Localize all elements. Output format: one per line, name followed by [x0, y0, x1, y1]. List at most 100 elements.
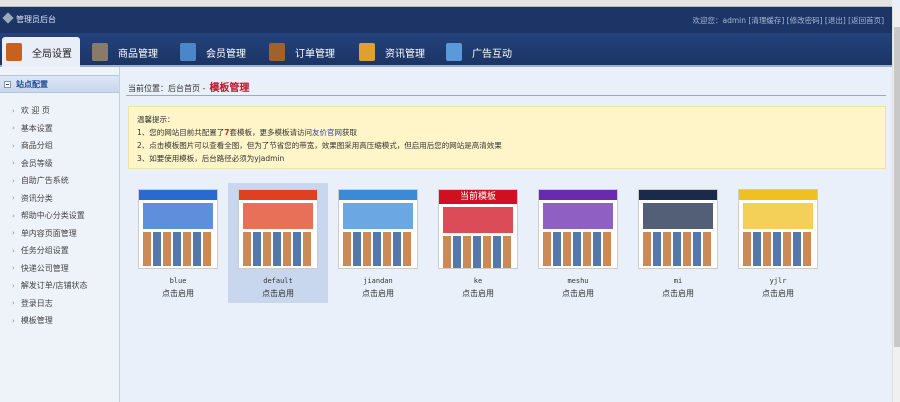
breadcrumb: 当前位置：后台首页 - 模板管理 [128, 79, 249, 94]
enable-template-button[interactable]: 点击启用 [228, 288, 328, 299]
tip-line-1: 1、您的网站目前共配置了7套模板，更多模板请访问友价官网获取 [137, 126, 877, 139]
sidebar-item[interactable]: › 模板管理 [0, 312, 119, 330]
admin-title: 管理员后台 [16, 15, 56, 24]
template-name: jiandan [363, 277, 393, 285]
sidebar-item-label: 帮助中心分类设置 [20, 211, 85, 221]
sidebar-item[interactable]: › 基本设置 [0, 120, 119, 138]
tip-text: 1、您的网站目前共配置了 [137, 128, 225, 137]
sidebar-item[interactable]: › 欢 迎 页 [0, 102, 119, 120]
chevron-right-icon: › [12, 124, 15, 133]
enable-template-button[interactable]: 点击启用 [528, 288, 628, 299]
enable-template-button[interactable]: 点击启用 [428, 288, 528, 299]
welcome-text: 欢迎您：admin [692, 16, 747, 25]
user-links: 欢迎您：admin [清理缓存] [修改密码] [退出] [返回首页] [693, 15, 885, 26]
enable-template-button[interactable]: 点击启用 [328, 288, 428, 299]
enable-template-button[interactable]: 点击启用 [628, 288, 728, 299]
nav-tab-icon [359, 43, 375, 61]
template-card: blue 点击启用 [128, 183, 228, 303]
tips-title: 温馨提示： [137, 115, 175, 124]
sidebar-item[interactable]: › 快递公司管理 [0, 260, 119, 278]
nav-tab-6[interactable]: 广告互动 [442, 37, 512, 67]
nav-tab-2[interactable]: 商品管理 [88, 37, 158, 67]
sidebar-item[interactable]: › 解发订单/店铺状态 [0, 277, 119, 295]
nav-tab-4[interactable]: 订单管理 [265, 37, 335, 67]
sidebar-item-label: 自助广告系统 [20, 176, 69, 186]
template-name: default [263, 277, 293, 285]
sidebar-item-label: 基本设置 [20, 123, 53, 133]
template-card: 当前模板 ke 点击启用 [428, 183, 528, 303]
template-thumbnail[interactable] [538, 189, 618, 269]
template-card: jiandan 点击启用 [328, 183, 428, 303]
divider [126, 95, 886, 96]
browser-tab-strip [0, 0, 892, 7]
sidebar: 站点配置 › 欢 迎 页 › 基本设置 › 商品分组 › 会员等级 › 自助广告系统 › 资讯分类 › 帮… [0, 67, 120, 402]
home-link[interactable]: [返回首页] [848, 16, 884, 25]
template-card: meshu 点击启用 [528, 183, 628, 303]
nav-tab-label: 全局设置 [32, 48, 72, 60]
sidebar-item[interactable]: › 帮助中心分类设置 [0, 207, 119, 225]
tip-line-2: 2、点击模板图片可以查看全图，但为了节省您的带宽，效果图采用高压缩模式，但启用后… [137, 141, 502, 150]
nav-tab-label: 订单管理 [295, 48, 335, 60]
template-thumbnail[interactable] [138, 189, 218, 269]
nav-tab-5[interactable]: 资讯管理 [355, 37, 425, 67]
template-name: ke [473, 277, 483, 285]
sidebar-item[interactable]: › 会员等级 [0, 155, 119, 173]
logo-icon [2, 12, 14, 24]
sidebar-item-label: 会员等级 [20, 158, 53, 168]
nav-tab-label: 广告互动 [472, 48, 512, 60]
template-thumbnail[interactable] [738, 189, 818, 269]
chevron-right-icon: › [12, 176, 15, 185]
chevron-right-icon: › [12, 159, 15, 168]
sidebar-item-label: 单内容页面管理 [20, 228, 77, 238]
nav-tab-3[interactable]: 会员管理 [176, 37, 246, 67]
template-name: blue [169, 277, 187, 285]
nav-tab-label: 商品管理 [118, 48, 158, 60]
main-nav: 全局设置 商品管理 会员管理 订单管理 资讯管理 广告互动 [0, 33, 892, 67]
template-name: mi [673, 277, 683, 285]
nav-tab-label: 会员管理 [206, 48, 246, 60]
sidebar-item[interactable]: › 单内容页面管理 [0, 225, 119, 243]
template-banner: 当前模板 [439, 190, 517, 204]
chevron-right-icon: › [12, 106, 15, 115]
nav-tab-icon [180, 43, 196, 61]
sidebar-menu: › 欢 迎 页 › 基本设置 › 商品分组 › 会员等级 › 自助广告系统 › 资讯分类 › 帮助中心分类… [0, 93, 119, 330]
nav-tab-icon [446, 43, 462, 61]
scrollbar[interactable] [892, 7, 900, 402]
top-header: 管理员后台 欢迎您：admin [清理缓存] [修改密码] [退出] [返回首页… [0, 7, 892, 33]
chevron-right-icon: › [12, 281, 15, 290]
change-password-link[interactable]: [修改密码] [787, 16, 823, 25]
sidebar-item[interactable]: › 商品分组 [0, 137, 119, 155]
template-name: meshu [567, 277, 589, 285]
sidebar-item[interactable]: › 自助广告系统 [0, 172, 119, 190]
template-thumbnail[interactable] [638, 189, 718, 269]
template-card: yjlr 点击启用 [728, 183, 828, 303]
nav-tab-icon [269, 43, 285, 61]
tip-text: 获取 [342, 128, 357, 137]
template-name: yjlr [769, 277, 787, 285]
sidebar-item[interactable]: › 登录日志 [0, 295, 119, 313]
sidebar-section-title: 站点配置 [16, 79, 48, 89]
sidebar-item-label: 解发订单/店铺状态 [20, 281, 88, 291]
admin-logo: 管理员后台 [2, 12, 56, 25]
nav-tab-icon [92, 43, 108, 61]
enable-template-button[interactable]: 点击启用 [128, 288, 228, 299]
sidebar-item[interactable]: › 任务分组设置 [0, 242, 119, 260]
breadcrumb-path: 当前位置：后台首页 - [128, 84, 206, 93]
official-site-link[interactable]: 友价官网 [312, 128, 342, 137]
enable-template-button[interactable]: 点击启用 [728, 288, 828, 299]
sidebar-item[interactable]: › 资讯分类 [0, 190, 119, 208]
nav-tab-1[interactable]: 全局设置 [2, 37, 80, 67]
sidebar-item-label: 模板管理 [20, 316, 53, 326]
chevron-right-icon: › [12, 246, 15, 255]
clear-cache-link[interactable]: [清理缓存] [748, 16, 784, 25]
template-thumbnail[interactable]: 当前模板 [438, 189, 518, 269]
chevron-right-icon: › [12, 316, 15, 325]
template-thumbnail[interactable] [338, 189, 418, 269]
template-thumbnail[interactable] [238, 189, 318, 269]
sidebar-section-header[interactable]: 站点配置 [0, 75, 119, 93]
scrollbar-thumb[interactable] [894, 27, 900, 347]
logout-link[interactable]: [退出] [825, 16, 846, 25]
chevron-right-icon: › [12, 299, 15, 308]
nav-tab-label: 资讯管理 [385, 48, 425, 60]
tip-text: 套模板，更多模板请访问 [229, 128, 313, 137]
